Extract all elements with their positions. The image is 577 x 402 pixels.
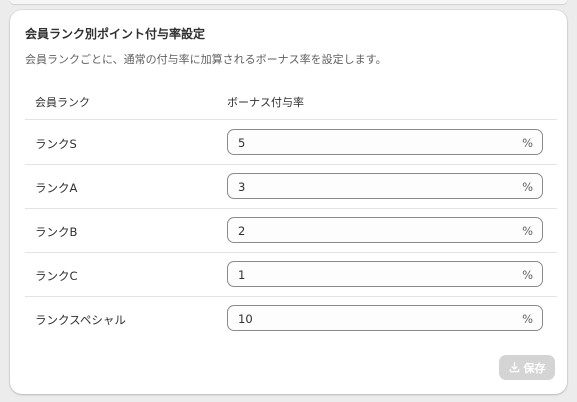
row-divider bbox=[25, 296, 557, 297]
rate-input-rank-a[interactable]: 3 % bbox=[227, 173, 543, 199]
percent-suffix: % bbox=[522, 180, 533, 194]
rank-label-c: ランクC bbox=[35, 269, 78, 283]
previous-card-edge bbox=[10, 0, 567, 4]
percent-suffix: % bbox=[522, 312, 533, 326]
rank-label-s: ランクS bbox=[35, 137, 77, 151]
header-divider bbox=[25, 119, 557, 120]
rank-point-settings-card: 会員ランク別ポイント付与率設定 会員ランクごとに、通常の付与率に加算されるボーナ… bbox=[10, 10, 567, 394]
row-divider bbox=[25, 164, 557, 165]
download-tray-icon bbox=[509, 362, 520, 373]
rank-label-a: ランクA bbox=[35, 181, 78, 195]
column-header-bonus-rate: ボーナス付与率 bbox=[227, 96, 304, 109]
rate-input-rank-c[interactable]: 1 % bbox=[227, 261, 543, 287]
rate-input-rank-s[interactable]: 5 % bbox=[227, 129, 543, 155]
card-description: 会員ランクごとに、通常の付与率に加算されるボーナス率を設定します。 bbox=[25, 53, 387, 66]
rate-input-value[interactable]: 3 bbox=[238, 180, 245, 194]
rate-input-value[interactable]: 10 bbox=[238, 312, 253, 326]
row-divider bbox=[25, 208, 557, 209]
column-header-rank: 会員ランク bbox=[35, 96, 90, 109]
rate-input-rank-b[interactable]: 2 % bbox=[227, 217, 543, 243]
rate-input-value[interactable]: 1 bbox=[238, 268, 245, 282]
rate-input-value[interactable]: 2 bbox=[238, 224, 245, 238]
rank-label-b: ランクB bbox=[35, 225, 78, 239]
percent-suffix: % bbox=[522, 136, 533, 150]
rank-label-special: ランクスペシャル bbox=[35, 313, 126, 327]
card-title: 会員ランク別ポイント付与率設定 bbox=[25, 27, 206, 41]
row-divider bbox=[25, 252, 557, 253]
percent-suffix: % bbox=[522, 224, 533, 238]
save-button-label: 保存 bbox=[523, 361, 546, 375]
percent-suffix: % bbox=[522, 268, 533, 282]
rate-input-value[interactable]: 5 bbox=[238, 136, 245, 150]
rate-input-rank-special[interactable]: 10 % bbox=[227, 305, 543, 331]
save-button[interactable]: 保存 bbox=[499, 355, 555, 380]
